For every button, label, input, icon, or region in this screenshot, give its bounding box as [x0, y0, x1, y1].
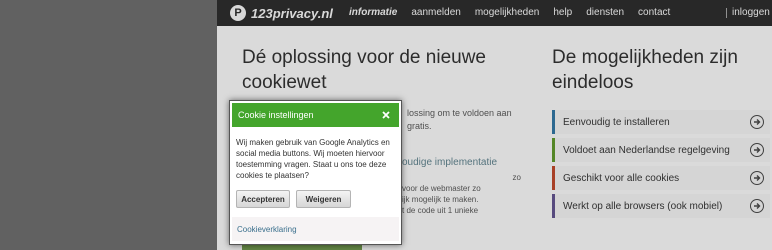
feature-item[interactable]: Eenvoudig te installeren [552, 110, 770, 134]
impl-line: ijk mogelijk te maken. [402, 195, 479, 204]
site-logo[interactable]: P 123privacy.nl [230, 4, 333, 22]
top-navbar: P 123privacy.nl informatie aanmelden mog… [217, 0, 772, 26]
nav-item-mogelijkheden[interactable]: mogelijkheden [475, 7, 540, 18]
reject-button[interactable]: Weigeren [296, 190, 351, 208]
dialog-message: Wij maken gebruik van Google Analytics e… [236, 138, 390, 180]
arrow-right-icon [750, 143, 764, 157]
nav-item-contact[interactable]: contact [638, 7, 670, 18]
intro-line: lossing om te voldoen aan [407, 108, 512, 118]
impl-line: zo [512, 173, 521, 182]
nav-divider [726, 8, 727, 18]
main-nav: informatie aanmelden mogelijkheden help … [349, 7, 670, 18]
nav-item-help[interactable]: help [553, 7, 572, 18]
headline-left: Dé oplossing voor de nieuwe cookiewet [242, 47, 486, 93]
implementation-title: oudige implementatie [402, 157, 498, 168]
logo-text: 123privacy.nl [251, 5, 333, 21]
dialog-title: Cookie instellingen [238, 110, 314, 120]
logo-icon: P [230, 5, 246, 21]
arrow-right-icon [750, 115, 764, 129]
login-link[interactable]: inloggen [732, 7, 770, 18]
feature-item[interactable]: Werkt op alle browsers (ook mobiel) [552, 194, 770, 218]
close-icon[interactable] [379, 108, 393, 122]
feature-item[interactable]: Geschikt voor alle cookies [552, 166, 770, 190]
background-left [0, 0, 217, 250]
dialog-buttons: Accepteren Weigeren [236, 190, 351, 208]
implementation-text: zo voor de webmaster zo ijk mogelijk te … [402, 172, 527, 216]
cookie-statement-link[interactable]: Cookieverklaring [232, 225, 297, 234]
impl-line: t de code uit 1 unieke [402, 206, 479, 215]
feature-item[interactable]: Voldoet aan Nederlandse regelgeving [552, 138, 770, 162]
intro-line: gratis. [407, 121, 432, 131]
feature-label: Eenvoudig te installeren [563, 116, 670, 128]
cookie-dialog: Cookie instellingen Wij maken gebruik va… [229, 100, 402, 245]
arrow-right-icon [750, 171, 764, 185]
feature-list: Eenvoudig te installeren Voldoet aan Ned… [552, 110, 770, 222]
feature-label: Werkt op alle browsers (ook mobiel) [563, 200, 723, 212]
nav-item-informatie[interactable]: informatie [349, 7, 397, 18]
arrow-right-icon [750, 199, 764, 213]
feature-label: Voldoet aan Nederlandse regelgeving [563, 144, 730, 156]
headline-right: De mogelijkheden zijn eindeloos [552, 47, 738, 93]
impl-line: voor de webmaster zo [402, 184, 481, 193]
accept-button[interactable]: Accepteren [236, 190, 290, 208]
intro-text: lossing om te voldoen aan gratis. [407, 107, 527, 133]
nav-item-diensten[interactable]: diensten [586, 7, 624, 18]
dialog-footer: Cookieverklaring [232, 217, 399, 241]
feature-label: Geschikt voor alle cookies [563, 172, 680, 184]
nav-item-aanmelden[interactable]: aanmelden [411, 7, 460, 18]
dialog-header: Cookie instellingen [232, 103, 399, 127]
